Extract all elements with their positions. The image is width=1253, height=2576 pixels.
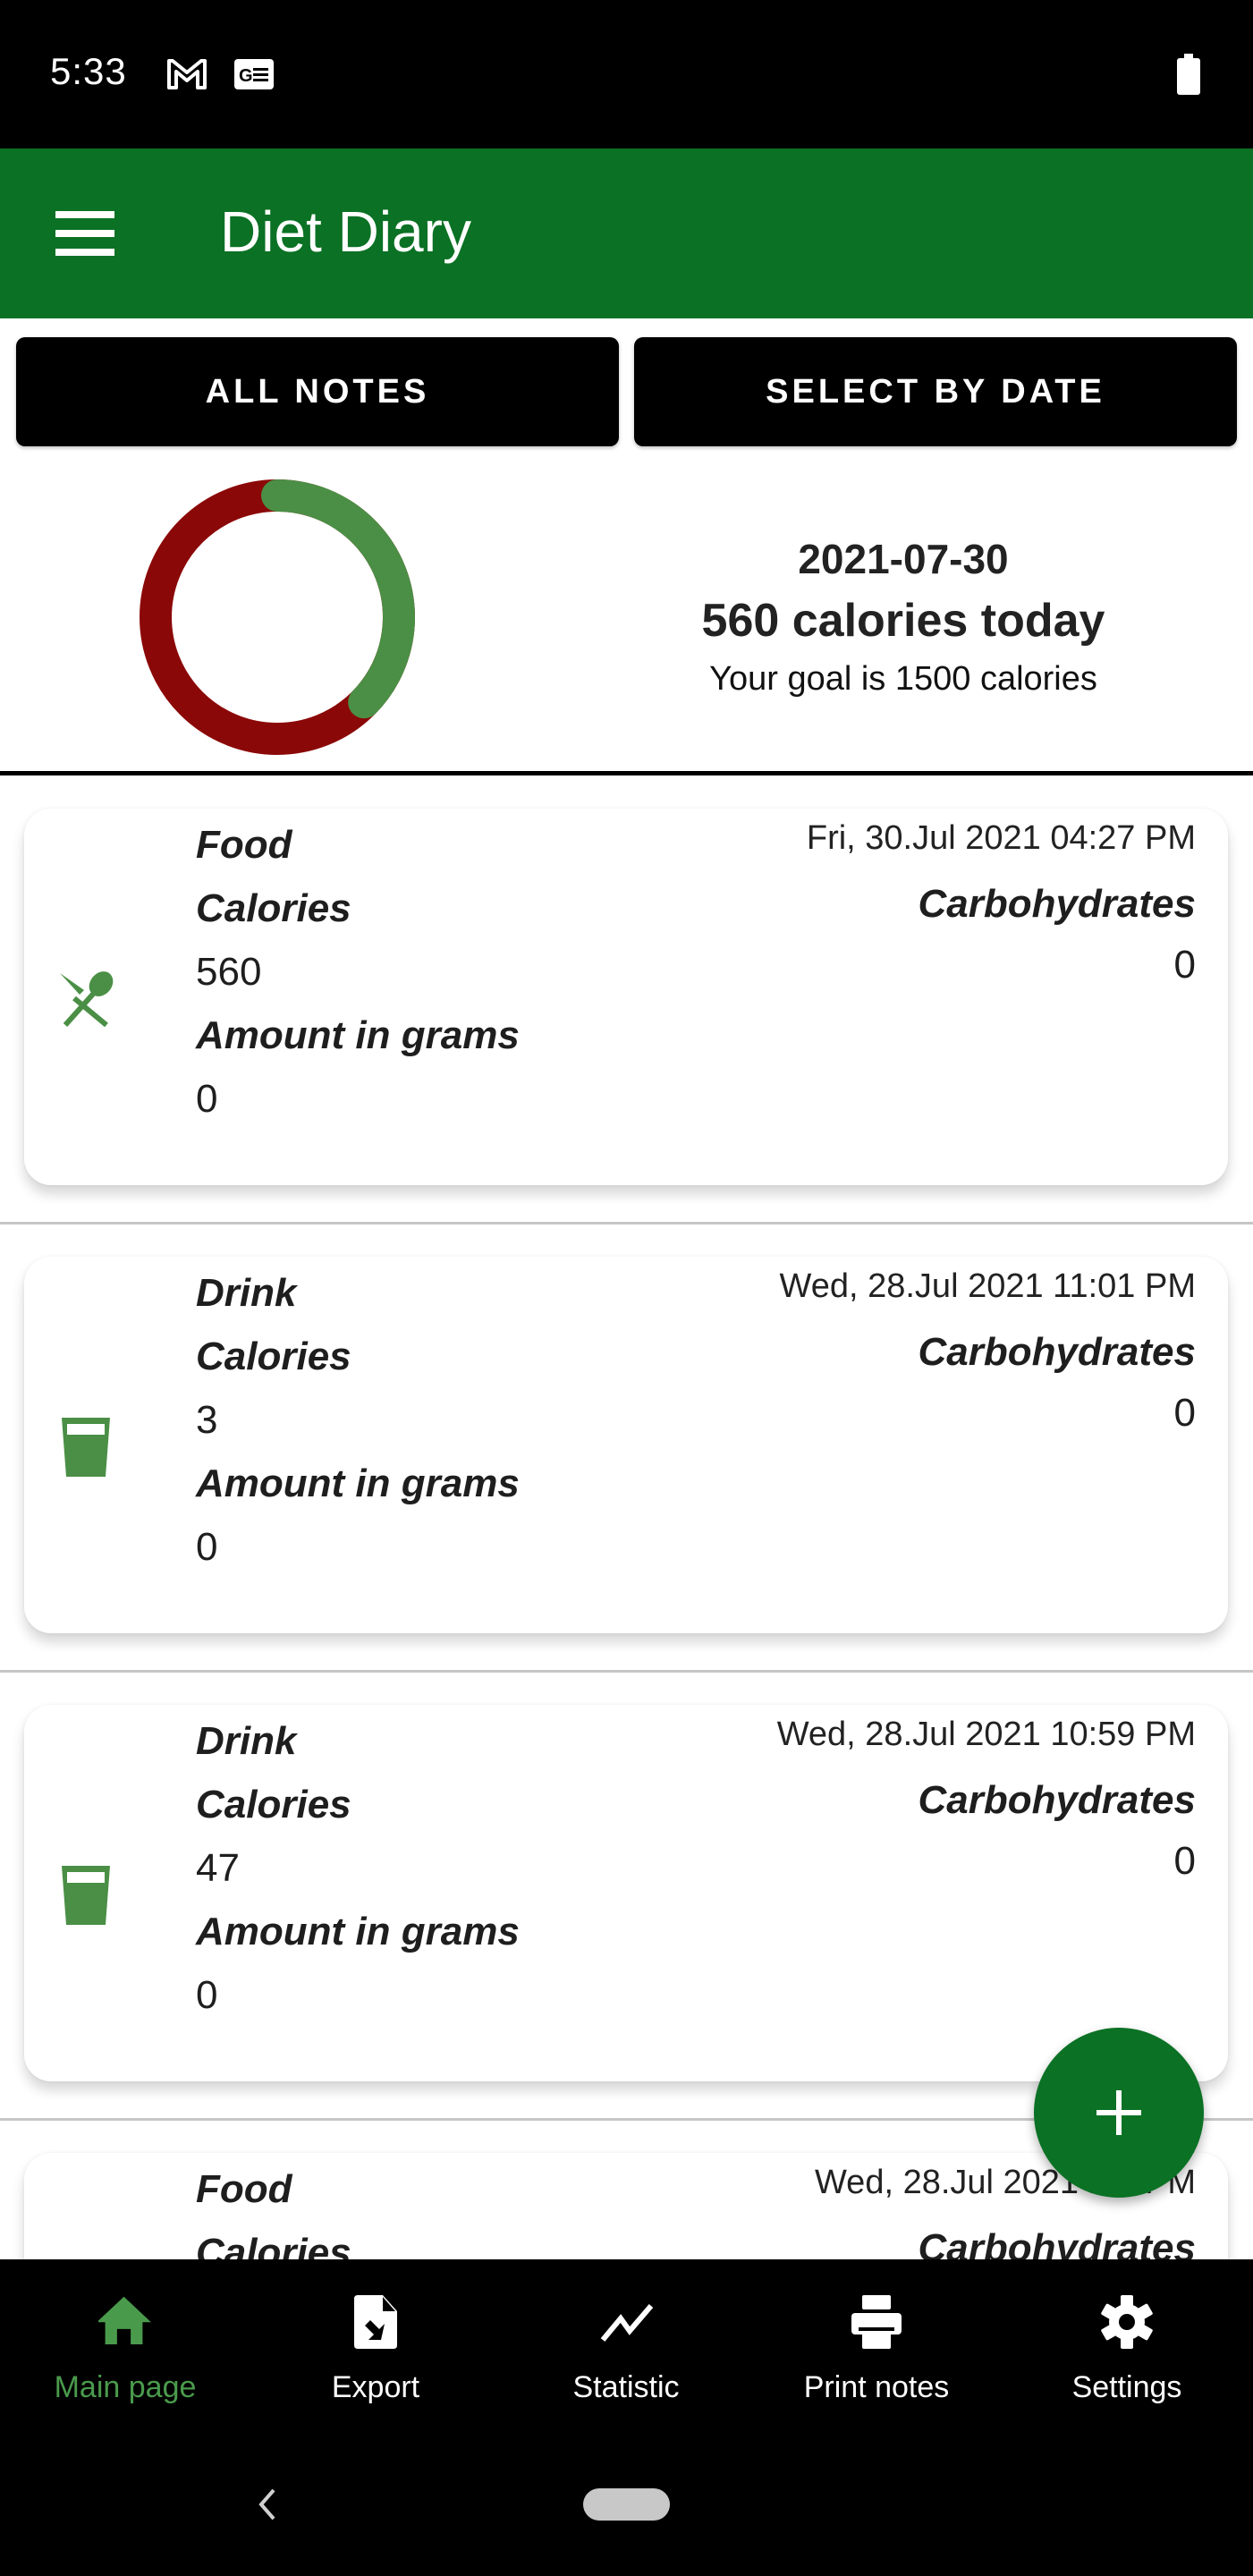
carbohydrates-value: 0	[1173, 943, 1196, 987]
calories-value: 47	[196, 1846, 240, 1890]
calorie-ring-consumed	[261, 479, 415, 719]
calorie-progress-ring	[140, 479, 415, 755]
restaurant-icon	[60, 971, 114, 1028]
back-icon[interactable]	[258, 2488, 275, 2521]
nav-export[interactable]: Export	[250, 2259, 501, 2433]
app-title: Diet Diary	[220, 199, 471, 264]
nav-label: Settings	[1071, 2370, 1182, 2404]
amount-label: Amount in grams	[196, 1462, 520, 1505]
list-divider	[0, 1670, 1253, 1673]
calories-value: 560	[196, 950, 262, 994]
calories-label: Calories	[196, 1335, 351, 1378]
drink-glass-icon	[62, 1418, 110, 1477]
svg-text:G: G	[239, 66, 253, 86]
carbohydrates-value: 0	[1173, 1839, 1196, 1883]
amount-value: 0	[196, 1973, 218, 2017]
carbohydrates-label: Carbohydrates	[918, 882, 1196, 926]
printer-icon	[851, 2295, 902, 2349]
note-datetime: Fri, 30.Jul 2021 04:27 PM	[806, 819, 1196, 857]
nav-print-notes[interactable]: Print notes	[751, 2259, 1002, 2433]
news-icon: G	[234, 59, 274, 89]
amount-label: Amount in grams	[196, 1910, 520, 1953]
summary-calories-today: 560 calories today	[701, 595, 1105, 647]
battery-icon	[1177, 54, 1200, 95]
app-bar	[0, 148, 1253, 318]
status-time: 5:33	[50, 50, 127, 92]
home-gesture-pill[interactable]	[583, 2488, 670, 2521]
carbohydrates-label: Carbohydrates	[918, 1778, 1196, 1822]
nav-statistic[interactable]: Statistic	[501, 2259, 751, 2433]
drink-glass-icon	[62, 1866, 110, 1925]
carbohydrates-value: 0	[1173, 1391, 1196, 1435]
export-file-icon	[354, 2295, 397, 2349]
all-notes-button[interactable]: ALL NOTES	[16, 337, 619, 446]
nav-label: Statistic	[572, 2370, 680, 2404]
nav-label: Export	[331, 2370, 420, 2404]
amount-value: 0	[196, 1077, 218, 1121]
nav-settings[interactable]: Settings	[1002, 2259, 1252, 2433]
plus-icon	[1096, 2090, 1141, 2135]
note-card[interactable]: Drink Calories 47 Amount in grams 0 Wed,…	[24, 1705, 1228, 2081]
note-datetime: Wed, 28.Jul 2021 10:59 PM	[776, 1716, 1196, 1753]
nav-main-page[interactable]: Main page	[0, 2259, 250, 2433]
calories-label: Calories	[196, 886, 351, 930]
home-icon	[98, 2296, 151, 2345]
gmail-icon	[167, 59, 207, 89]
summary-goal: Your goal is 1500 calories	[709, 660, 1097, 698]
select-by-date-button[interactable]: SELECT BY DATE	[634, 337, 1237, 446]
trending-line-icon	[600, 2304, 653, 2342]
carbohydrates-label: Carbohydrates	[918, 1330, 1196, 1374]
note-type: Drink	[196, 1719, 297, 1763]
note-card[interactable]: Drink Calories 3 Amount in grams 0 Wed, …	[24, 1257, 1228, 1633]
summary-divider	[0, 771, 1253, 775]
note-type: Drink	[196, 1271, 297, 1315]
calories-value: 3	[196, 1398, 218, 1442]
note-type: Food	[196, 823, 292, 867]
bottom-navigation: Main page Export Statistic Print notes S…	[0, 2259, 1253, 2433]
list-divider	[0, 1222, 1253, 1224]
nav-label: Print notes	[803, 2370, 950, 2404]
note-card[interactable]: Food Calories 560 Amount in grams 0 Fri,…	[24, 809, 1228, 1185]
add-note-button[interactable]	[1034, 2028, 1204, 2198]
amount-label: Amount in grams	[196, 1013, 520, 1057]
amount-value: 0	[196, 1525, 218, 1569]
note-datetime: Wed, 28.Jul 2021 11:01 PM	[779, 1267, 1196, 1305]
hamburger-menu-icon[interactable]	[55, 211, 114, 256]
status-bar: 5:33 G	[0, 0, 1253, 148]
note-type: Food	[196, 2167, 292, 2211]
summary-date: 2021-07-30	[798, 536, 1009, 582]
nav-label: Main page	[54, 2370, 197, 2404]
gear-icon	[1101, 2295, 1153, 2349]
calories-label: Calories	[196, 1783, 351, 1826]
